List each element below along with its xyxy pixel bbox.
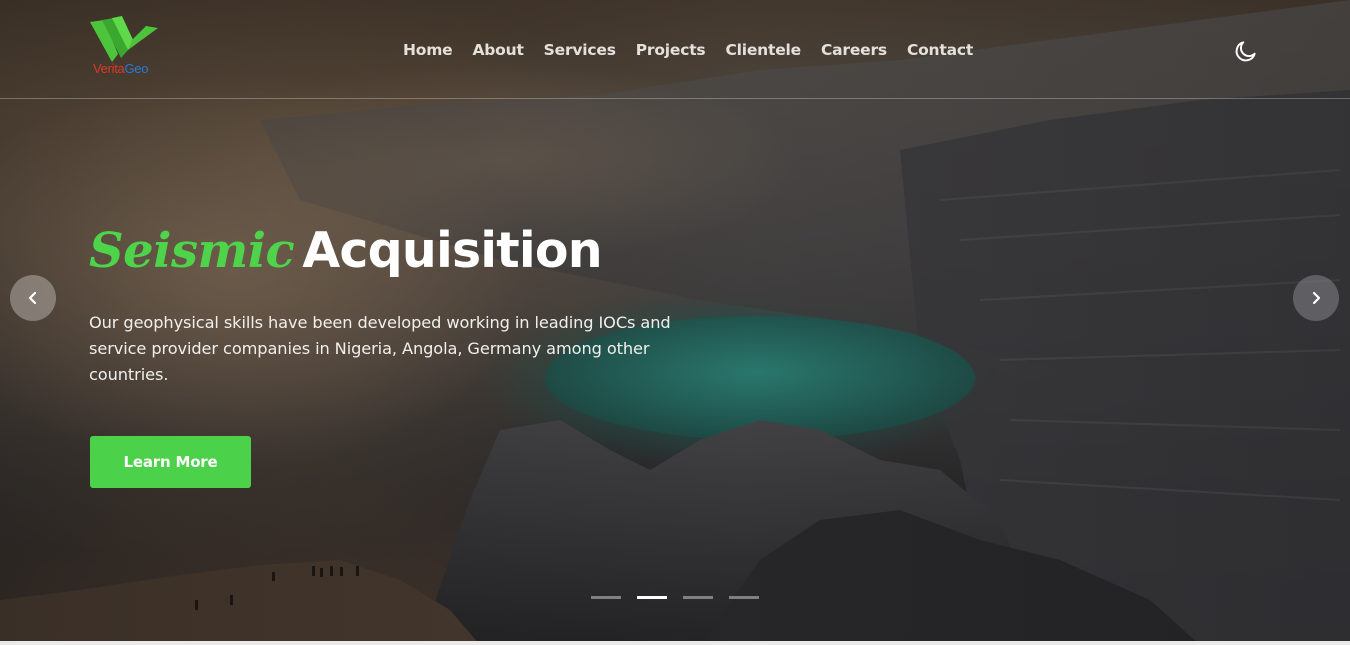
nav-item-services[interactable]: Services xyxy=(544,38,616,62)
hero-headline: Seismic Acquisition xyxy=(89,222,603,292)
learn-more-button[interactable]: Learn More xyxy=(90,436,251,488)
logo-mark-icon xyxy=(90,16,158,62)
nav-item-about[interactable]: About xyxy=(472,38,523,62)
logo-wordmark: VeritaGeo xyxy=(93,61,149,76)
nav-item-projects[interactable]: Projects xyxy=(636,38,706,62)
nav-item-contact[interactable]: Contact xyxy=(907,38,973,62)
carousel-next-button[interactable] xyxy=(1293,275,1339,321)
nav-item-careers[interactable]: Careers xyxy=(821,38,887,62)
section-divider xyxy=(0,641,1350,645)
carousel-prev-button[interactable] xyxy=(10,275,56,321)
headline-main: Acquisition xyxy=(302,222,602,279)
hero-slider: VeritaGeo Home About Services Projects C… xyxy=(0,0,1350,645)
carousel-indicator-4[interactable] xyxy=(729,596,759,599)
main-nav: Home About Services Projects Clientele C… xyxy=(403,38,973,62)
moon-icon xyxy=(1235,41,1256,62)
chevron-left-icon xyxy=(28,291,37,305)
nav-item-clientele[interactable]: Clientele xyxy=(725,38,801,62)
brand-logo[interactable]: VeritaGeo xyxy=(88,16,168,82)
headline-accent: Seismic xyxy=(89,223,295,279)
hero-description: Our geophysical skills have been develop… xyxy=(89,313,671,384)
site-header: VeritaGeo Home About Services Projects C… xyxy=(0,0,1350,99)
carousel-indicators xyxy=(591,596,759,600)
carousel-indicator-2[interactable] xyxy=(637,596,667,599)
theme-toggle-button[interactable] xyxy=(1233,38,1259,64)
chevron-right-icon xyxy=(1312,291,1321,305)
carousel-indicator-1[interactable] xyxy=(591,596,621,599)
nav-item-home[interactable]: Home xyxy=(403,38,453,62)
carousel-indicator-3[interactable] xyxy=(683,596,713,599)
